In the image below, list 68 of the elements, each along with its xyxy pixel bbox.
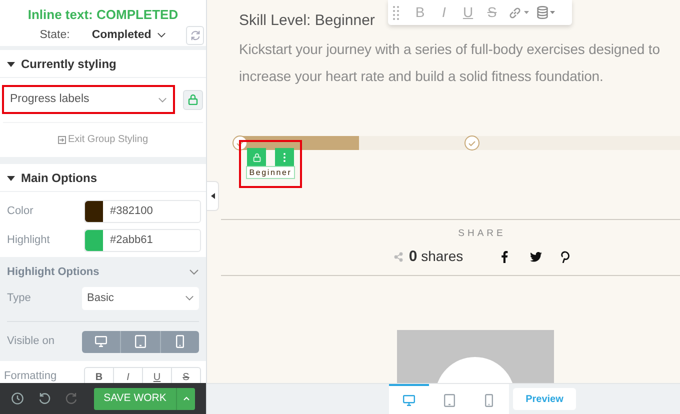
- format-button[interactable]: B: [85, 368, 113, 383]
- redo-icon[interactable]: [65, 392, 78, 405]
- facebook-button[interactable]: [501, 251, 508, 264]
- color-field[interactable]: #382100: [84, 200, 201, 223]
- color-field[interactable]: #2abb61: [84, 229, 201, 252]
- chevron-icon: [158, 96, 167, 102]
- device-toggle[interactable]: [160, 330, 199, 352]
- field-label: Type: [7, 290, 31, 306]
- phone-icon: [176, 335, 184, 348]
- more-button[interactable]: [275, 148, 294, 166]
- state-label: State:: [40, 28, 70, 42]
- undo-icon[interactable]: [38, 392, 51, 405]
- subsection-title: Highlight Options: [7, 265, 100, 280]
- bird-icon: [530, 252, 542, 262]
- chevron-icon[interactable]: [189, 269, 199, 276]
- section-title: Skill Level: Beginner: [239, 11, 375, 31]
- checkpoint-icon: [464, 135, 480, 151]
- pinterest-button[interactable]: [561, 251, 570, 264]
- refresh-button[interactable]: [186, 26, 204, 45]
- state-dropdown[interactable]: Completed: [92, 28, 166, 42]
- start-marker-icon: [232, 135, 248, 151]
- chevron-icon: [157, 32, 166, 38]
- share-icon: [394, 252, 403, 262]
- refresh-icon: [190, 30, 200, 41]
- collapse-panel-button[interactable]: [207, 181, 219, 211]
- caret-icon: [524, 11, 529, 14]
- dynamic-data-button[interactable]: [537, 6, 555, 19]
- exit-icon: [58, 136, 66, 144]
- field-label: Color: [7, 204, 34, 220]
- monitor-icon: [403, 394, 415, 406]
- type-dropdown[interactable]: Basic: [82, 286, 199, 310]
- database-icon: [537, 6, 548, 19]
- caret-icon: [550, 11, 555, 14]
- share-count: 0 shares: [408, 247, 464, 267]
- color-swatch[interactable]: [85, 201, 103, 222]
- more-icon: [283, 152, 286, 162]
- description-text: Kickstart your journey with a series of full-body exercises designed to increase your heart rate and build a solid fitness foundation.: [239, 40, 661, 86]
- triangle-left-icon: [210, 193, 214, 199]
- save-options-button[interactable]: [176, 388, 195, 410]
- tablet-icon: [444, 394, 454, 406]
- twitter-button[interactable]: [530, 252, 542, 262]
- chevron-icon: [185, 295, 194, 301]
- facebook-icon: [501, 251, 508, 264]
- field-label: Highlight: [7, 233, 50, 248]
- caret-icon: [182, 396, 190, 401]
- history-icon[interactable]: [11, 392, 24, 405]
- pinterest-icon: [561, 251, 570, 264]
- lock-icon: [252, 152, 260, 162]
- device-toggle[interactable]: [82, 330, 120, 352]
- field-label: Formatting: [4, 369, 57, 383]
- device-toggle[interactable]: [120, 330, 160, 352]
- section-header[interactable]: Currently styling: [0, 50, 206, 78]
- tablet-icon: [134, 335, 146, 348]
- element-heading: Inline text: COMPLETED: [28, 7, 178, 23]
- progress-label[interactable]: Beginner: [246, 166, 295, 179]
- phone-icon: [485, 394, 493, 406]
- field-label: Visible on: [7, 334, 54, 350]
- lock-icon: [188, 94, 198, 105]
- share-heading: SHARE: [457, 228, 506, 240]
- style-target-dropdown[interactable]: Progress labels: [2, 85, 175, 114]
- section-header[interactable]: Main Options: [0, 164, 206, 192]
- link-button[interactable]: [508, 6, 529, 20]
- color-swatch[interactable]: [85, 230, 103, 251]
- lock-button[interactable]: [247, 148, 266, 166]
- monitor-icon: [95, 336, 108, 347]
- drag-handle-icon[interactable]: [392, 4, 400, 20]
- lock-button[interactable]: [183, 90, 203, 110]
- link-icon: [508, 6, 522, 20]
